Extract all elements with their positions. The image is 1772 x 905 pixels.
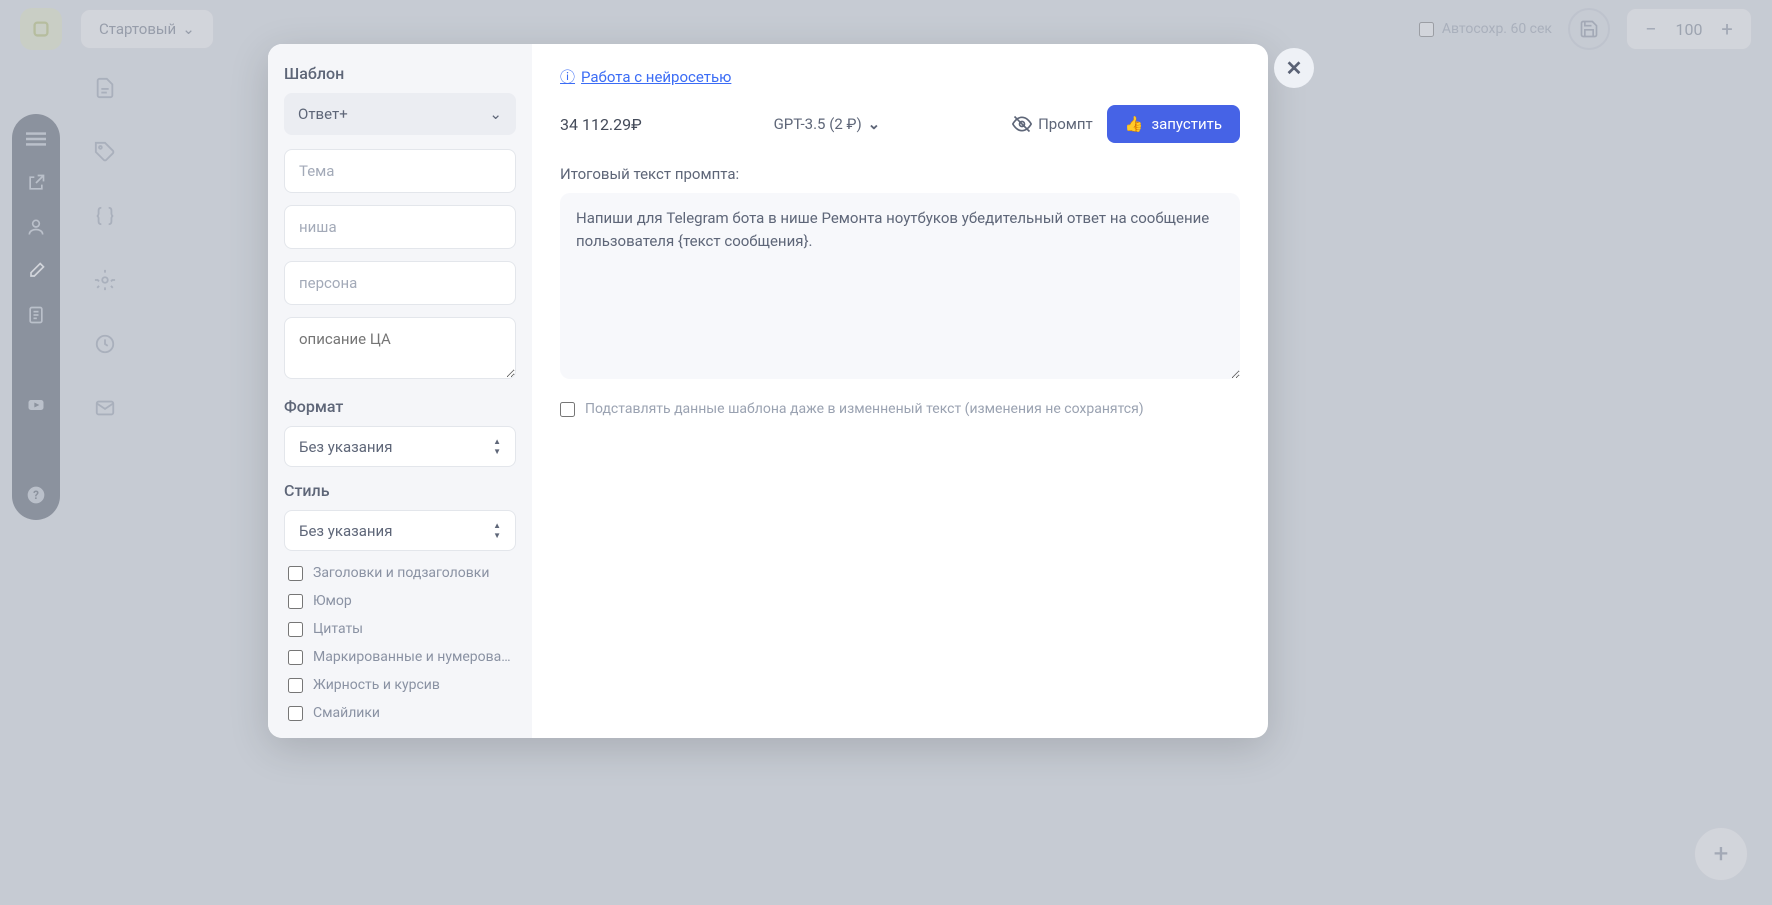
bold-checkbox-row[interactable]: Жирность и курсив xyxy=(284,677,516,693)
humor-checkbox[interactable] xyxy=(288,594,303,609)
style-label: Стиль xyxy=(284,481,516,500)
format-select-value: Без указания xyxy=(299,438,392,456)
modal-close-button[interactable]: ✕ xyxy=(1274,48,1314,88)
niche-input[interactable] xyxy=(284,205,516,249)
headings-checkbox[interactable] xyxy=(288,566,303,581)
persona-input[interactable] xyxy=(284,261,516,305)
ai-prompt-modal: ✕ Шаблон Ответ+ ⌄ Формат Без указания Ст… xyxy=(268,44,1268,738)
prompt-output-label: Итоговый текст промпта: xyxy=(560,165,1240,183)
emoji-label: Смайлики xyxy=(313,705,380,721)
model-label: GPT-3.5 (2 ₽) xyxy=(774,115,862,133)
model-select[interactable]: GPT-3.5 (2 ₽) ⌄ xyxy=(774,115,881,133)
theme-input[interactable] xyxy=(284,149,516,193)
emoji-checkbox[interactable] xyxy=(288,706,303,721)
lists-checkbox[interactable] xyxy=(288,650,303,665)
bold-label: Жирность и курсив xyxy=(313,677,440,693)
thumbs-up-icon: 👍 xyxy=(1125,115,1144,133)
substitute-label: Подставлять данные шаблона даже в изменн… xyxy=(585,401,1144,417)
template-label: Шаблон xyxy=(284,64,516,83)
modal-right-panel: ⓘ Работа с нейросетью 34 112.29₽ GPT-3.5… xyxy=(532,44,1268,738)
help-link[interactable]: ⓘ Работа с нейросетью xyxy=(560,66,731,87)
emoji-checkbox-row[interactable]: Смайлики xyxy=(284,705,516,721)
template-select[interactable]: Ответ+ ⌄ xyxy=(284,93,516,135)
format-label: Формат xyxy=(284,397,516,416)
balance-display: 34 112.29₽ xyxy=(560,115,642,134)
run-button-label: запустить xyxy=(1151,115,1222,133)
chevron-down-icon: ⌄ xyxy=(489,105,502,123)
humor-checkbox-row[interactable]: Юмор xyxy=(284,593,516,609)
prompt-output-textarea[interactable] xyxy=(560,193,1240,379)
humor-label: Юмор xyxy=(313,593,352,609)
style-select[interactable]: Без указания xyxy=(284,510,516,551)
style-select-value: Без указания xyxy=(299,522,392,540)
info-icon: ⓘ xyxy=(560,66,575,87)
format-select[interactable]: Без указания xyxy=(284,426,516,467)
prompt-toggle-label: Промпт xyxy=(1038,115,1093,133)
quotes-checkbox-row[interactable]: Цитаты xyxy=(284,621,516,637)
run-button[interactable]: 👍 запустить xyxy=(1107,105,1240,143)
quotes-checkbox[interactable] xyxy=(288,622,303,637)
headings-checkbox-row[interactable]: Заголовки и подзаголовки xyxy=(284,565,516,581)
help-link-text: Работа с нейросетью xyxy=(581,68,731,86)
sort-icon xyxy=(493,521,501,540)
chevron-down-icon: ⌄ xyxy=(868,115,881,133)
bold-checkbox[interactable] xyxy=(288,678,303,693)
sort-icon xyxy=(493,437,501,456)
substitute-checkbox-row[interactable]: Подставлять данные шаблона даже в изменн… xyxy=(560,401,1240,417)
headings-label: Заголовки и подзаголовки xyxy=(313,565,489,581)
eye-off-icon xyxy=(1012,114,1032,134)
quotes-label: Цитаты xyxy=(313,621,363,637)
prompt-visibility-toggle[interactable]: Промпт xyxy=(1012,114,1093,134)
template-select-value: Ответ+ xyxy=(298,105,348,123)
audience-textarea[interactable] xyxy=(284,317,516,379)
lists-checkbox-row[interactable]: Маркированные и нумерован... xyxy=(284,649,516,665)
lists-label: Маркированные и нумерован... xyxy=(313,649,513,665)
modal-left-panel: Шаблон Ответ+ ⌄ Формат Без указания Стил… xyxy=(268,44,532,738)
substitute-checkbox[interactable] xyxy=(560,402,575,417)
